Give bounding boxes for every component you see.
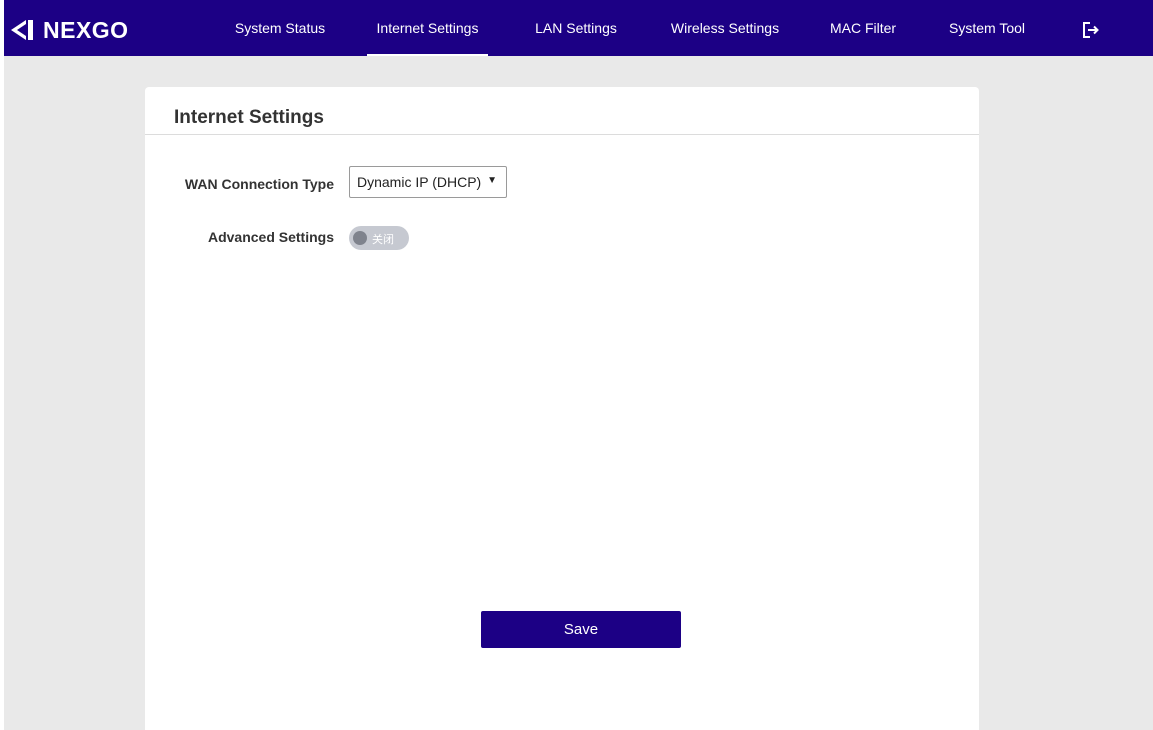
panel-title: Internet Settings [174, 107, 324, 128]
nav-lan-settings[interactable]: LAN Settings [531, 0, 621, 56]
nexgo-logo-icon [11, 20, 33, 40]
nexgo-logo: NEXGO [11, 16, 129, 44]
advanced-settings-label: Advanced Settings [207, 229, 334, 245]
page: NEXGO System Status Internet Settings LA… [0, 0, 1153, 730]
wan-connection-type-label: WAN Connection Type [184, 176, 334, 192]
logout-icon [1083, 22, 1099, 38]
top-navbar: NEXGO System Status Internet Settings LA… [4, 0, 1153, 56]
dropdown-arrow-icon: ▼ [487, 175, 497, 186]
save-button[interactable]: Save [481, 611, 681, 648]
toggle-state-text: 关闭 [372, 233, 394, 246]
internet-settings-panel: Internet Settings WAN Connection Type Dy… [145, 87, 979, 730]
toggle-knob [353, 231, 367, 245]
logout-button[interactable] [1082, 21, 1100, 39]
advanced-settings-toggle[interactable]: 关闭 [349, 226, 409, 250]
nav-mac-filter[interactable]: MAC Filter [825, 0, 901, 56]
nav-wireless-settings[interactable]: Wireless Settings [665, 0, 785, 56]
nav-system-status[interactable]: System Status [232, 0, 328, 56]
logo-text: NEXGO [43, 16, 129, 43]
nav-internet-settings[interactable]: Internet Settings [367, 0, 488, 56]
wan-connection-type-select[interactable]: Dynamic IP (DHCP) ▼ [349, 166, 507, 198]
content-area: Internet Settings WAN Connection Type Dy… [4, 56, 1153, 730]
wan-connection-type-value: Dynamic IP (DHCP) [357, 174, 482, 190]
nav-system-tool[interactable]: System Tool [946, 0, 1028, 56]
panel-divider [145, 134, 979, 135]
